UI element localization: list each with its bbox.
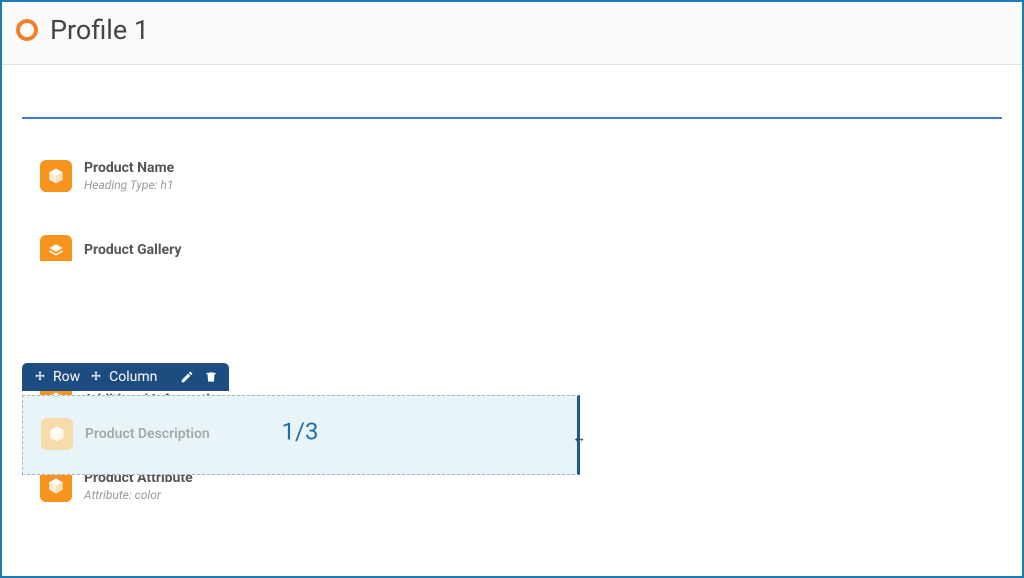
builder-canvas: Product Name Heading Type: h1 Product Ga… xyxy=(2,65,1022,513)
selection-toolbar: Row Column xyxy=(22,363,229,391)
canvas-top-divider xyxy=(22,117,1002,119)
block-text: Product Name Heading Type: h1 xyxy=(84,160,174,192)
box-icon xyxy=(41,418,73,450)
resize-handle[interactable]: ↔ xyxy=(572,429,586,446)
block-subtitle: Attribute: color xyxy=(84,488,193,502)
column-selector[interactable]: Column xyxy=(88,369,157,385)
layers-icon xyxy=(40,235,72,261)
delete-button[interactable] xyxy=(203,369,219,385)
column-label: Column xyxy=(109,369,157,385)
row-selector[interactable]: Row xyxy=(32,369,80,385)
page-header: Profile 1 xyxy=(2,2,1022,65)
column-fraction: 1/3 xyxy=(282,418,319,446)
row-label: Row xyxy=(53,369,80,385)
move-icon xyxy=(32,369,48,385)
page-title: Profile 1 xyxy=(50,14,149,46)
block-title: Product Description xyxy=(85,426,210,442)
app-logo-icon xyxy=(16,19,38,41)
block-product-gallery[interactable]: Product Gallery xyxy=(22,235,1002,261)
edit-button[interactable] xyxy=(179,369,195,385)
trash-icon xyxy=(203,369,219,385)
pencil-icon xyxy=(179,369,195,385)
move-icon xyxy=(88,369,104,385)
block-title: Product Gallery xyxy=(84,242,181,258)
block-title: Product Name xyxy=(84,160,174,176)
box-icon xyxy=(40,160,72,192)
block-product-name[interactable]: Product Name Heading Type: h1 xyxy=(22,149,1002,203)
block-subtitle: Heading Type: h1 xyxy=(84,178,174,192)
selected-column[interactable]: Product Description 1/3 xyxy=(22,395,580,475)
